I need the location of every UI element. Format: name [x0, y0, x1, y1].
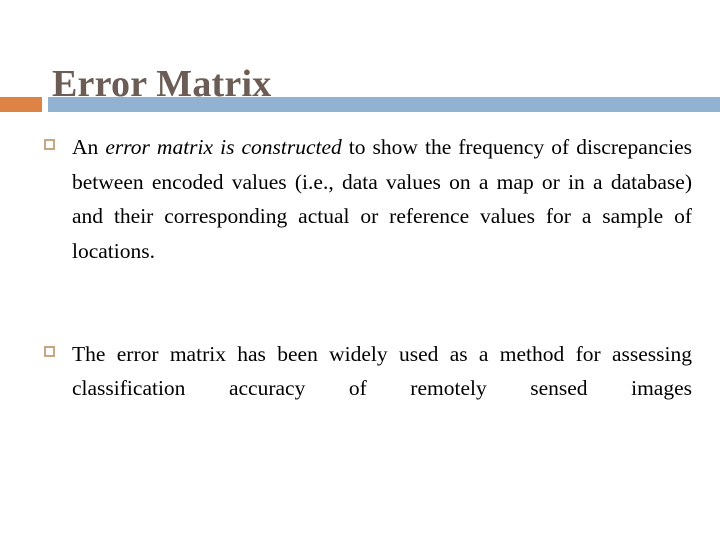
- divider-accent-block: [0, 97, 42, 112]
- slide-body: An error matrix is constructed to show t…: [0, 130, 720, 474]
- bullet-item: An error matrix is constructed to show t…: [0, 130, 720, 303]
- bullet-segment-regular: An: [72, 135, 106, 159]
- title-divider: [0, 97, 720, 112]
- bullet-item: The error matrix has been widely used as…: [0, 337, 720, 441]
- bullet-text: An error matrix is constructed to show t…: [72, 130, 692, 303]
- bullet-segment-italic: error matrix is constructed: [105, 135, 342, 159]
- bullet-segment-regular: The error matrix has been widely used as…: [72, 341, 692, 401]
- divider-bar: [48, 97, 720, 112]
- bullet-text: The error matrix has been widely used as…: [72, 337, 692, 441]
- square-bullet-icon: [44, 139, 55, 150]
- slide: Error Matrix An error matrix is construc…: [0, 0, 720, 540]
- square-bullet-icon: [44, 345, 55, 357]
